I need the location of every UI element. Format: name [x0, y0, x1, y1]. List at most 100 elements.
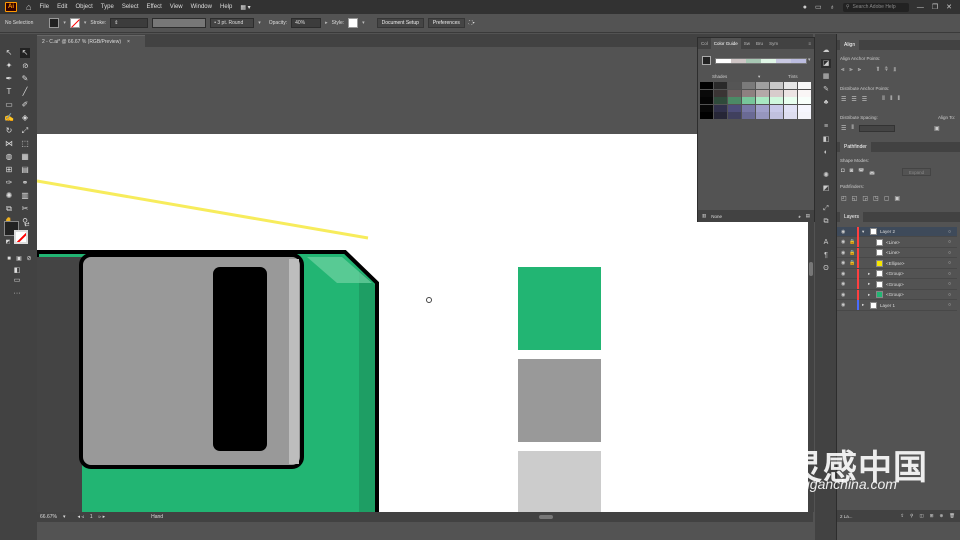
spacing-field[interactable]: [859, 125, 896, 132]
visibility-eye-icon[interactable]: ◉: [841, 239, 849, 245]
perspective-grid-icon[interactable]: ▦: [20, 152, 30, 162]
prev-artboard-icon[interactable]: ◂ ◃: [77, 514, 83, 520]
menu-type[interactable]: Type: [101, 4, 114, 10]
color-guide-icon[interactable]: ◪: [821, 59, 831, 68]
locate-object-icon[interactable]: ⚲: [910, 513, 913, 519]
gradient-mode-icon[interactable]: ▣: [14, 254, 24, 264]
variation-swatch[interactable]: [728, 97, 741, 104]
variation-swatch[interactable]: [700, 82, 713, 89]
variation-swatch[interactable]: [742, 89, 755, 97]
visibility-eye-icon[interactable]: ◉: [841, 302, 849, 308]
transform-icon[interactable]: ⤢: [821, 204, 831, 213]
align-top-icon[interactable]: ⫪: [876, 67, 879, 74]
variation-swatch[interactable]: [700, 89, 713, 97]
variation-swatch[interactable]: [770, 89, 783, 97]
expand-arrow-icon[interactable]: ▸: [868, 292, 876, 298]
visibility-eye-icon[interactable]: ◉: [841, 229, 849, 235]
align-hcenter-icon[interactable]: ⫸: [849, 67, 852, 74]
variation-swatch[interactable]: [714, 82, 727, 89]
variation-swatch[interactable]: [742, 112, 755, 119]
variation-swatch[interactable]: [728, 82, 741, 89]
slice-tool-icon[interactable]: ✂: [20, 204, 30, 214]
expand-arrow-icon[interactable]: ▸: [868, 281, 876, 287]
type-tool-icon[interactable]: T: [4, 87, 14, 97]
artboard-tool-icon[interactable]: ⧉: [4, 204, 14, 214]
target-icon[interactable]: ○: [948, 229, 951, 235]
layer-row[interactable]: ◉ 🔒 <Ellipse> ○: [837, 258, 957, 269]
menu-window[interactable]: Window: [191, 4, 212, 10]
default-colors-icon[interactable]: ◩: [3, 237, 13, 247]
layer-row[interactable]: ◉ ▸ <Group> ○: [837, 289, 957, 300]
brushes-icon[interactable]: ✎: [821, 85, 831, 94]
variation-swatch[interactable]: [700, 97, 713, 104]
swatch-library-icon[interactable]: ▥: [702, 213, 706, 219]
harmony-dropdown-icon[interactable]: ▾: [808, 57, 811, 63]
harmony-rule-bar[interactable]: [715, 58, 807, 64]
tab-swatches[interactable]: Sw: [741, 41, 753, 46]
visibility-eye-icon[interactable]: ◉: [841, 271, 849, 277]
layer-row[interactable]: ◉ ▸ <Group> ○: [837, 268, 957, 279]
expand-arrow-icon[interactable]: ▸: [868, 271, 876, 277]
tab-symbols[interactable]: Sym: [766, 41, 781, 46]
variation-swatch[interactable]: [700, 104, 713, 112]
gradient-tool-icon[interactable]: ▤: [20, 165, 30, 175]
arrange-docs-icon[interactable]: ⛶▾: [469, 20, 475, 26]
fill-swatch[interactable]: [49, 18, 60, 28]
pen-tool-icon[interactable]: ✒: [4, 74, 14, 84]
target-icon[interactable]: ○: [948, 239, 951, 245]
column-graph-icon[interactable]: ▥: [20, 191, 30, 201]
variation-swatch[interactable]: [784, 82, 797, 89]
symbol-sprayer-icon[interactable]: ✺: [4, 191, 14, 201]
paragraph-icon[interactable]: ¶: [821, 251, 831, 260]
edit-toolbar-icon[interactable]: ···: [12, 289, 22, 299]
gray-square[interactable]: [518, 359, 601, 442]
yellow-line[interactable]: [37, 179, 369, 240]
variation-swatch[interactable]: [798, 112, 811, 119]
align-panel-title[interactable]: Align: [840, 40, 860, 50]
variation-swatch[interactable]: [756, 89, 769, 97]
target-icon[interactable]: ○: [948, 281, 951, 287]
symbols-icon[interactable]: ♣: [821, 98, 831, 107]
unite-icon[interactable]: ◘: [841, 168, 845, 176]
variation-swatch[interactable]: [756, 97, 769, 104]
harmony-swatch[interactable]: [776, 59, 791, 63]
pathfinder-panel-title[interactable]: Pathfinder: [840, 142, 871, 152]
harmony-swatch[interactable]: [716, 59, 731, 63]
shades-dropdown-icon[interactable]: ▾: [758, 74, 760, 80]
minus-front-icon[interactable]: ◙: [850, 168, 854, 176]
lock-icon[interactable]: 🔒: [849, 250, 857, 256]
panel-menu-icon[interactable]: ≡: [808, 41, 811, 46]
menu-effect[interactable]: Effect: [147, 4, 162, 10]
green-square[interactable]: [518, 267, 601, 350]
edit-colors-icon[interactable]: ◕: [798, 214, 801, 219]
stroke-weight-field[interactable]: ⇕: [110, 18, 149, 28]
scale-tool-icon[interactable]: ⤢: [20, 126, 30, 136]
delete-layer-icon[interactable]: 🗑: [949, 513, 955, 519]
document-setup-button[interactable]: Document Setup: [376, 18, 424, 28]
width-tool-icon[interactable]: ⋈: [4, 139, 14, 149]
variation-swatch[interactable]: [714, 104, 727, 112]
graphic-styles-icon[interactable]: ◩: [821, 184, 831, 193]
opacity-field[interactable]: 40%: [291, 18, 322, 28]
layers-panel-title[interactable]: Layers: [840, 212, 864, 222]
base-color-swatch[interactable]: [702, 56, 711, 65]
space-horizontal-icon[interactable]: ⦀: [851, 125, 854, 132]
artboard-number[interactable]: 1: [90, 514, 93, 520]
eyedropper-icon[interactable]: ✑: [4, 178, 14, 188]
tab-color-guide[interactable]: Color Guide: [710, 38, 741, 49]
appearance-icon[interactable]: ✺: [821, 171, 831, 180]
stroke-style-field[interactable]: • 3 pt. Round: [210, 18, 255, 28]
floppy-shutter[interactable]: [79, 253, 304, 469]
draw-mode-icon[interactable]: ◧: [12, 266, 22, 276]
selection-tool-icon[interactable]: ↖: [4, 48, 14, 58]
menu-object[interactable]: Object: [75, 4, 92, 10]
workspace-switcher-icon[interactable]: ▦ ▾: [240, 4, 250, 11]
variation-swatch[interactable]: [798, 97, 811, 104]
screen-mode-icon[interactable]: ▭: [12, 276, 22, 286]
variation-swatch[interactable]: [798, 82, 811, 89]
artwork-layer[interactable]: [37, 47, 808, 512]
direct-selection-tool-icon[interactable]: ↖: [20, 48, 30, 58]
paintbrush-icon[interactable]: ✐: [20, 100, 30, 110]
lock-icon[interactable]: 🔒: [849, 239, 857, 245]
variation-swatch[interactable]: [756, 104, 769, 112]
